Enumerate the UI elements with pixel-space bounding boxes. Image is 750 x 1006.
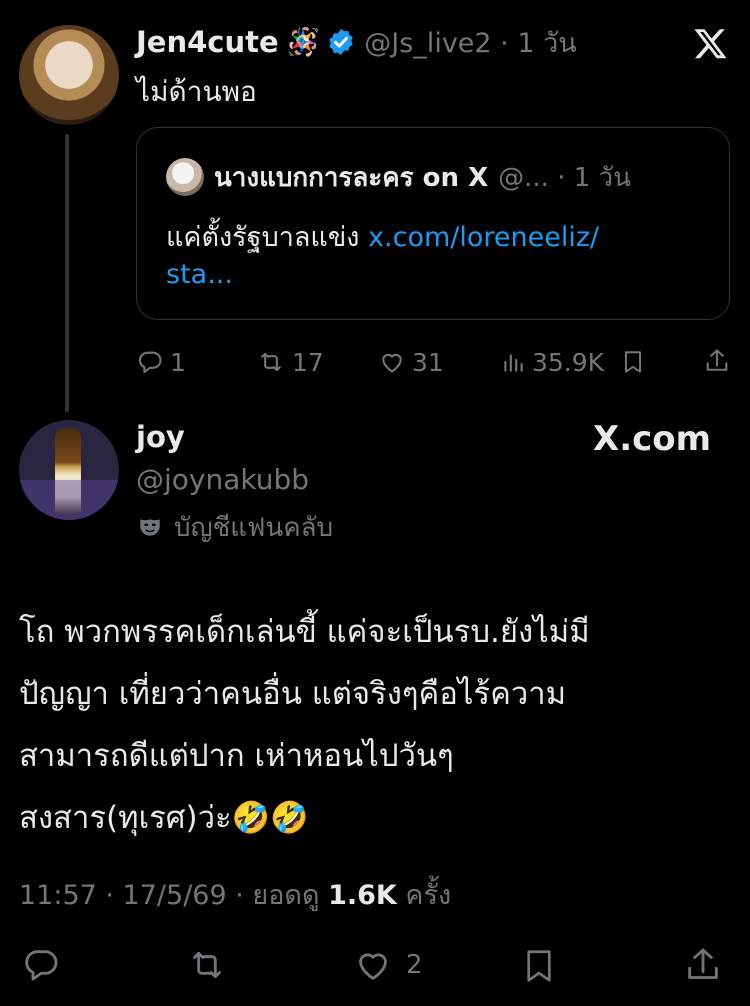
- quoted-header: Jen4cute 🪅 @Js_live2 · 1 วัน: [136, 22, 577, 62]
- heart-icon-large: [359, 953, 387, 980]
- views-count: 35.9K: [532, 347, 605, 377]
- timestamp: 11:57 · 17/5/69 · ยอดดู: [19, 880, 329, 911]
- views-chart-icon: [504, 354, 523, 372]
- share-small-icon[interactable]: [703, 346, 731, 376]
- embedded-text: แค่ตั้งรัฐบาลแข่ง: [166, 222, 369, 253]
- like-count: 31: [412, 347, 444, 377]
- fan-account-text: บัญชีแฟนคลับ: [174, 512, 334, 543]
- heart-icon: [382, 353, 402, 373]
- view-count: 1.6K: [328, 880, 397, 911]
- thread-line: [65, 134, 69, 412]
- bookmark-small-icon[interactable]: [620, 347, 646, 377]
- joy-handle[interactable]: @joynakubb: [136, 463, 309, 496]
- embedded-handle-time: @... · 1 วัน: [498, 162, 631, 193]
- mask-icon: [140, 519, 160, 536]
- fan-account-badge: บัญชีแฟนคลับ: [136, 509, 333, 545]
- like-button[interactable]: 2: [352, 945, 423, 985]
- verified-badge-icon: [326, 27, 356, 57]
- views-stat[interactable]: 35.9K: [500, 345, 604, 379]
- main-tweet-body: โถ พวกพรรคเด็กเล่นขี้ แค่จะเป็นรบ.ยังไม่…: [19, 601, 731, 849]
- x-logo-icon[interactable]: [693, 26, 729, 60]
- joy-avatar[interactable]: [19, 420, 119, 520]
- pinata-emoji-icon: 🪅: [286, 27, 321, 58]
- quoted-display-name[interactable]: Jen4cute: [136, 25, 279, 59]
- embedded-link-part1[interactable]: x.com/loreneeliz/: [368, 222, 599, 253]
- body-line-2: ปัญญา เที่ยวว่าคนอื่น แต่จริงๆคือไร้ความ: [19, 676, 567, 712]
- embedded-avatar: [166, 158, 204, 196]
- reply-button[interactable]: [20, 945, 62, 985]
- embedded-text-line1: แค่ตั้งรัฐบาลแข่ง x.com/loreneeliz/: [166, 215, 599, 258]
- main-like-count: 2: [406, 950, 423, 980]
- embedded-name: นางแบกการละคร on X: [214, 162, 489, 193]
- reply-icon-large: [25, 950, 58, 981]
- bookmark-button[interactable]: [520, 945, 558, 987]
- share-icon: [688, 948, 718, 979]
- joy-display-name[interactable]: joy: [136, 420, 185, 454]
- embedded-header: นางแบกการละคร on X @... · 1 วัน: [214, 158, 631, 196]
- reply-count: 1: [170, 347, 186, 377]
- body-line-1: โถ พวกพรรคเด็กเล่นขี้ แค่จะเป็นรบ.ยังไม่…: [19, 614, 590, 650]
- retweet-icon-large: [193, 951, 221, 979]
- retweet-count: 17: [292, 347, 324, 377]
- reply-stat[interactable]: 1: [136, 345, 186, 379]
- share-button[interactable]: [683, 944, 723, 986]
- body-line-4: สงสาร(ทุเรศ)ว่ะ🤣🤣: [19, 800, 309, 836]
- quoted-handle-time: @Js_live2 · 1 วัน: [364, 27, 577, 59]
- quoted-tweet-text: ไม่ด้านพอ: [136, 75, 257, 108]
- tweet-meta: 11:57 · 17/5/69 · ยอดดู 1.6K ครั้ง: [19, 873, 451, 916]
- retweet-stat[interactable]: 17: [256, 345, 324, 379]
- retweet-button[interactable]: [185, 945, 229, 985]
- retweet-icon: [261, 352, 281, 372]
- body-line-3: สามารถดีแต่ปาก เห่าหอนไปวันๆ: [19, 738, 454, 774]
- reply-icon: [138, 351, 162, 373]
- site-label: X.com: [593, 419, 712, 459]
- jen4cute-avatar[interactable]: [19, 25, 119, 125]
- embedded-link-part2[interactable]: sta...: [166, 259, 233, 290]
- view-suffix: ครั้ง: [396, 880, 452, 911]
- bookmark-icon: [527, 950, 551, 982]
- like-stat[interactable]: 31: [378, 345, 444, 379]
